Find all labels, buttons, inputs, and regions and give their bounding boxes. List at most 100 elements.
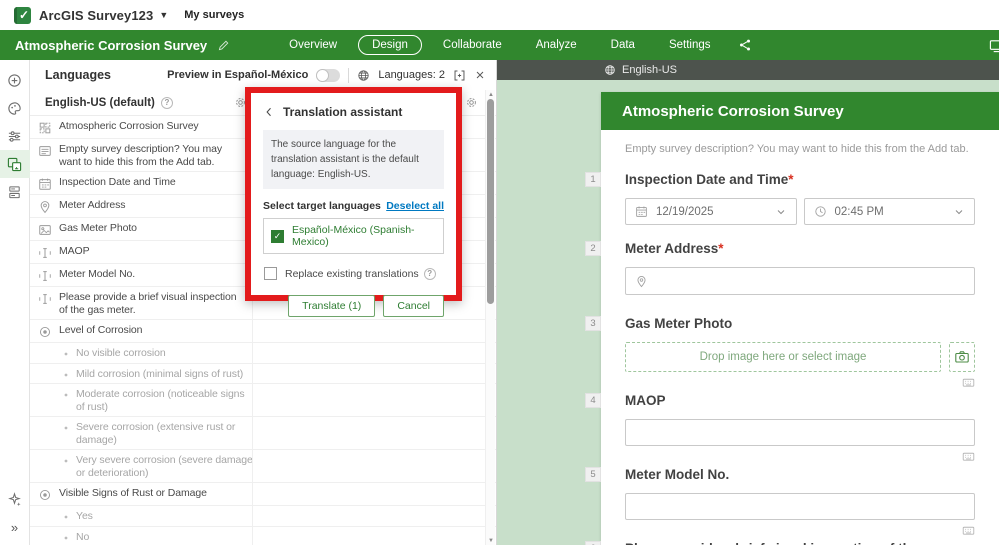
date-picker-field[interactable]: 12/19/2025	[625, 198, 797, 225]
image-icon	[38, 223, 52, 237]
question-label: Inspection Date and Time	[59, 176, 176, 188]
language-columns-icon[interactable]	[453, 69, 466, 82]
app-name: ArcGIS Survey123	[39, 7, 154, 23]
survey-title: Atmospheric Corrosion Survey	[15, 37, 208, 53]
publish-icon[interactable]	[989, 38, 999, 53]
nav-tab[interactable]: Data	[594, 36, 652, 54]
question-label: Atmospheric Corrosion Survey	[59, 120, 199, 132]
nav-tab[interactable]: Collaborate	[426, 36, 519, 54]
preview-language-toggle[interactable]	[316, 68, 341, 82]
preview-language-label: English-US	[622, 64, 678, 76]
question-text-meter-model: 5 Meter Model No.	[585, 466, 975, 520]
question-datetime: 1 Inspection Date and Time* 12/19/2025 0…	[585, 171, 975, 225]
deselect-all-link[interactable]: Deselect all	[386, 200, 444, 212]
question-list-item[interactable]: Moderate corrosion (noticeable signs of …	[30, 384, 496, 417]
chevron-down-icon[interactable]	[953, 206, 965, 218]
nav-tab[interactable]: Settings	[652, 36, 728, 54]
top-app-bar: ✓ ArcGIS Survey123 ▼ My surveys	[0, 0, 999, 30]
app-switcher-caret-icon[interactable]: ▼	[159, 10, 168, 20]
nav-tab[interactable]: Analyze	[519, 36, 594, 54]
appearance-icon[interactable]	[0, 94, 30, 122]
text-input-icon	[38, 246, 52, 260]
question-label: Empty survey description? You may want t…	[59, 143, 223, 168]
target-language-checkbox[interactable]: ✓	[271, 229, 284, 243]
keyboard-icon[interactable]	[962, 450, 975, 463]
chevron-down-icon[interactable]	[775, 206, 787, 218]
text-input[interactable]	[625, 419, 975, 446]
question-list-item[interactable]: Visible Signs of Rust or Damage	[30, 483, 496, 506]
dialog-header: Translation assistant	[263, 105, 444, 119]
translations-icon[interactable]	[0, 150, 30, 178]
question-list-item[interactable]: No visible corrosion	[30, 343, 496, 364]
preview-language-bar: English-US	[497, 60, 999, 80]
scrollbar-thumb[interactable]	[487, 99, 494, 304]
languages-panel: Languages Preview in Español-México Lang…	[30, 60, 497, 545]
question-label: Visible Signs of Rust or Damage	[59, 487, 207, 499]
share-icon[interactable]	[738, 38, 752, 52]
nav-tab[interactable]: Overview	[272, 36, 354, 54]
add-question-icon[interactable]	[0, 66, 30, 94]
address-input[interactable]	[625, 267, 975, 295]
scroll-down-arrow[interactable]: ▼	[486, 536, 496, 545]
replace-translations-checkbox[interactable]	[264, 267, 277, 280]
bullet-icon	[63, 392, 69, 398]
my-surveys-link[interactable]: My surveys	[184, 9, 244, 21]
question-list-item[interactable]: Very severe corrosion (severe damage or …	[30, 450, 496, 483]
collapse-panel-icon[interactable]: »	[0, 513, 30, 541]
bullet-icon	[63, 458, 69, 464]
time-picker-field[interactable]: 02:45 PM	[803, 198, 975, 225]
bullet-icon	[63, 535, 69, 541]
target-language-gear-icon[interactable]	[465, 96, 478, 109]
preview-toggle-label: Preview in Español-México	[167, 69, 309, 81]
divider	[348, 67, 350, 83]
globe-icon	[604, 64, 616, 76]
pages-icon[interactable]	[0, 178, 30, 206]
question-address: 2 Meter Address*	[585, 240, 975, 295]
designer-tool-rail: »	[0, 60, 30, 545]
nav-tab[interactable]: Design	[358, 35, 422, 55]
close-panel-icon[interactable]	[474, 69, 486, 81]
question-list-item[interactable]: Level of Corrosion	[30, 320, 496, 343]
ai-assistant-sparkle-icon[interactable]	[0, 485, 30, 513]
replace-help-icon[interactable]: ?	[423, 267, 436, 280]
survey123-logo-icon[interactable]: ✓	[14, 6, 31, 24]
question-list-item[interactable]: Severe corrosion (extensive rust or dama…	[30, 417, 496, 450]
time-value: 02:45 PM	[834, 205, 884, 218]
edit-title-pencil-icon[interactable]	[217, 39, 230, 52]
text-input[interactable]	[625, 493, 975, 520]
question-label: Very severe corrosion (severe damage or …	[76, 454, 253, 479]
back-chevron-icon[interactable]	[263, 106, 275, 118]
clock-icon	[814, 205, 827, 218]
help-icon[interactable]: ?	[160, 96, 173, 109]
panel-scrollbar[interactable]: ▲ ▼	[485, 90, 495, 545]
scroll-up-arrow[interactable]: ▲	[486, 90, 496, 99]
image-dropzone[interactable]: Drop image here or select image	[625, 342, 941, 372]
target-language-option[interactable]: ✓ Español-México (Spanish-Mexico)	[263, 218, 444, 254]
question-number: 1	[585, 172, 601, 187]
question-list-item[interactable]: Mild corrosion (minimal signs of rust)	[30, 364, 496, 384]
map-pin-icon	[635, 275, 648, 288]
languages-count[interactable]: Languages: 2	[378, 69, 445, 81]
bullet-icon	[63, 425, 69, 431]
form-grid-icon	[38, 121, 52, 135]
question-list-item[interactable]: Yes	[30, 506, 496, 527]
options-icon[interactable]	[0, 122, 30, 150]
question-label: Level of Corrosion	[59, 324, 143, 336]
target-language-label: Español-México (Spanish-Mexico)	[292, 224, 415, 248]
translate-button[interactable]: Translate (1)	[288, 295, 376, 317]
survey-description-hint: Empty survey description? You may want t…	[625, 143, 969, 155]
survey-card-header: Atmospheric Corrosion Survey	[601, 92, 999, 130]
question-label: No	[76, 530, 90, 543]
bullet-icon	[63, 372, 69, 378]
question-number: 6	[585, 541, 601, 545]
nav-tabs: Overview Design Collaborate Analyze Data Sett…	[272, 35, 727, 55]
question-number: 5	[585, 467, 601, 482]
camera-button[interactable]	[949, 342, 975, 372]
question-text-visual-inspection: 6 Please provide a brief visual inspecti…	[585, 540, 975, 545]
cancel-button[interactable]: Cancel	[383, 295, 444, 317]
question-list-item[interactable]: No	[30, 527, 496, 545]
calendar-icon	[635, 205, 648, 218]
keyboard-icon[interactable]	[962, 524, 975, 537]
keyboard-icon[interactable]	[962, 376, 975, 389]
date-value: 12/19/2025	[656, 205, 714, 218]
